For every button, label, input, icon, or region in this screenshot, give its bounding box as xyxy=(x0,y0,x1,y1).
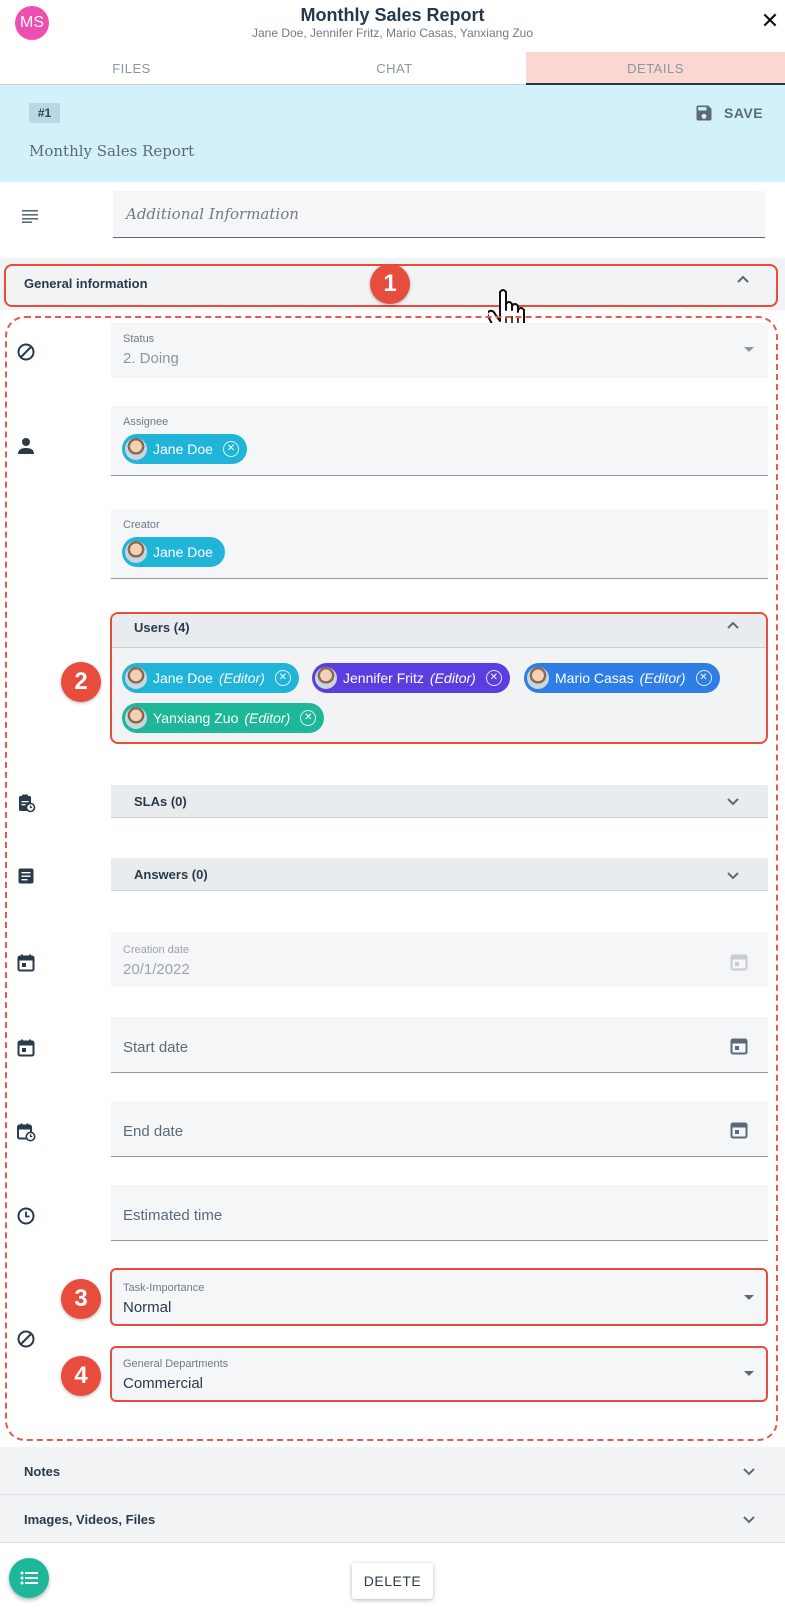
callout-badge-1: 1 xyxy=(370,264,410,304)
user-chip-yanxiang[interactable]: Yanxiang Zuo (Editor) ✕ xyxy=(122,703,325,733)
status-select[interactable] xyxy=(111,323,768,378)
chevron-down-icon[interactable] xyxy=(726,871,740,881)
task-importance-label: Task-Importance xyxy=(123,1282,205,1294)
remove-icon[interactable]: ✕ xyxy=(222,441,239,457)
user-chip-jennifer[interactable]: Jennifer Fritz (Editor) ✕ xyxy=(312,663,510,693)
chevron-down-icon xyxy=(744,347,754,352)
page-title: Monthly Sales Report xyxy=(300,5,485,25)
notes-label: Notes xyxy=(24,1464,61,1479)
creation-date-label: Creation date xyxy=(123,944,190,956)
list-icon xyxy=(20,1571,38,1585)
avatar xyxy=(125,541,147,563)
general-departments-value: Commercial xyxy=(123,1375,204,1392)
task-title[interactable]: Monthly Sales Report xyxy=(29,142,194,160)
start-date-placeholder: Start date xyxy=(123,1039,189,1056)
task-banner xyxy=(0,85,785,182)
user-chip-jane[interactable]: Jane Doe (Editor) ✕ xyxy=(122,663,299,693)
page-subtitle: Jane Doe, Jennifer Fritz, Mario Casas, Y… xyxy=(251,26,534,40)
chip-name: Yanxiang Zuo xyxy=(153,710,239,726)
chevron-down-icon[interactable] xyxy=(726,797,740,807)
calendar-icon xyxy=(17,954,35,972)
chip-role: (Editor) xyxy=(429,670,476,686)
status-label: Status xyxy=(123,333,155,345)
callout-badge-2: 2 xyxy=(61,662,101,702)
end-date-placeholder: End date xyxy=(123,1123,184,1140)
tab-chat[interactable]: CHAT xyxy=(263,52,526,85)
save-button[interactable]: SAVE xyxy=(694,101,763,125)
creator-chip: Jane Doe xyxy=(122,537,225,567)
chevron-down-icon xyxy=(744,1371,754,1376)
chip-name: Jennifer Fritz xyxy=(343,670,424,686)
slas-header[interactable] xyxy=(111,785,768,818)
lines-icon xyxy=(22,210,38,223)
chevron-down-icon[interactable] xyxy=(742,1467,756,1477)
chip-name: Mario Casas xyxy=(555,670,634,686)
callout-badge-4: 4 xyxy=(61,1356,101,1396)
avatar xyxy=(527,667,549,689)
chip-role: (Editor) xyxy=(639,670,686,686)
list-button[interactable] xyxy=(9,1558,49,1598)
task-id-badge: #1 xyxy=(29,103,60,123)
block-icon xyxy=(17,1330,35,1348)
media-label: Images, Videos, Files xyxy=(24,1512,156,1527)
chip-name: Jane Doe xyxy=(153,670,213,686)
callout-badge-3: 3 xyxy=(61,1279,101,1319)
chip-name: Jane Doe xyxy=(153,544,213,560)
task-importance-value: Normal xyxy=(123,1299,172,1316)
clock-icon xyxy=(17,1207,35,1225)
avatar xyxy=(125,438,147,460)
end-date-field[interactable] xyxy=(111,1101,768,1157)
block-icon xyxy=(17,343,35,361)
remove-icon[interactable]: ✕ xyxy=(274,670,291,686)
chevron-down-icon[interactable] xyxy=(742,1515,756,1525)
document-icon xyxy=(18,868,34,884)
calendar-icon[interactable] xyxy=(729,1120,749,1140)
calendar-icon xyxy=(17,1039,35,1057)
save-icon xyxy=(696,105,712,121)
slas-label: SLAs (0) xyxy=(134,794,187,809)
remove-icon[interactable]: ✕ xyxy=(485,670,502,686)
creation-date-field xyxy=(111,932,768,987)
remove-icon[interactable]: ✕ xyxy=(695,670,712,686)
creator-label: Creator xyxy=(123,519,160,531)
chevron-up-icon[interactable] xyxy=(726,620,740,630)
chip-name: Jane Doe xyxy=(153,441,213,457)
save-label: SAVE xyxy=(724,105,764,121)
calendar-clock-icon xyxy=(17,1123,36,1142)
answers-header[interactable] xyxy=(111,858,768,891)
clipboard-clock-icon xyxy=(19,794,36,813)
chevron-down-icon xyxy=(744,1295,754,1300)
assignee-chip[interactable]: Jane Doe ✕ xyxy=(122,434,247,464)
calendar-icon xyxy=(730,954,748,971)
chip-role: (Editor) xyxy=(218,670,265,686)
avatar xyxy=(315,667,337,689)
notes-header[interactable] xyxy=(0,1447,785,1495)
calendar-icon[interactable] xyxy=(729,1036,749,1056)
person-icon xyxy=(18,438,34,454)
chip-role: (Editor) xyxy=(244,710,291,726)
avatar xyxy=(125,707,147,729)
answers-label: Answers (0) xyxy=(134,867,208,882)
remove-icon[interactable]: ✕ xyxy=(300,710,317,726)
start-date-field[interactable] xyxy=(111,1017,768,1073)
general-departments-select[interactable] xyxy=(110,1346,768,1402)
users-label: Users (4) xyxy=(134,620,190,635)
users-header[interactable] xyxy=(112,614,766,648)
close-icon[interactable]: ✕ xyxy=(760,10,780,32)
chevron-up-icon[interactable] xyxy=(736,274,750,284)
general-departments-label: General Departments xyxy=(123,1358,229,1370)
additional-info-placeholder: Additional Information xyxy=(126,205,299,223)
avatar xyxy=(125,667,147,689)
estimated-time-placeholder: Estimated time xyxy=(123,1207,223,1224)
user-chip-mario[interactable]: Mario Casas (Editor) ✕ xyxy=(524,663,720,693)
task-importance-select[interactable] xyxy=(110,1268,768,1326)
tab-files[interactable]: FILES xyxy=(0,52,263,85)
assignee-label: Assignee xyxy=(123,416,169,428)
creation-date-value: 20/1/2022 xyxy=(123,961,190,978)
tab-details[interactable]: DETAILS xyxy=(526,52,785,85)
general-info-label: General information xyxy=(24,276,148,291)
delete-button[interactable]: DELETE xyxy=(352,1563,433,1599)
status-value: 2. Doing xyxy=(123,350,179,367)
